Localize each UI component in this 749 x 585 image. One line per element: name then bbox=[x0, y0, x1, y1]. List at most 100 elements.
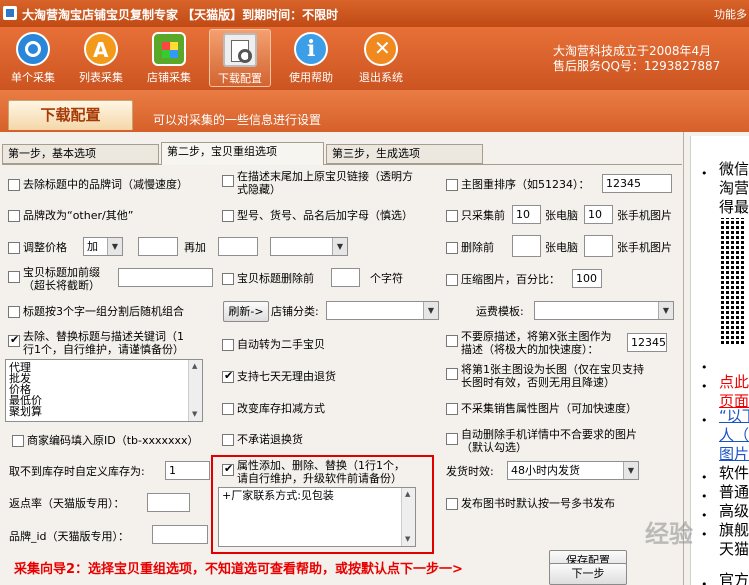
title-prefix-option[interactable]: 宝贝标题加前缀 （超长将截断） bbox=[8, 266, 100, 292]
list-collect-button[interactable]: A 列表采集 bbox=[70, 29, 132, 87]
download-config-button[interactable]: 下载配置 bbox=[209, 29, 271, 87]
reduce-stock-option[interactable]: 改变库存扣减方式 bbox=[222, 402, 325, 415]
merchant-code-option[interactable]: 商家编码填入原ID（tb-xxxxxxx） bbox=[12, 434, 199, 447]
main-image-sort-option[interactable]: 主图重排序（如51234）： bbox=[446, 178, 590, 191]
freight-select[interactable]: ▼ bbox=[534, 301, 674, 320]
chars-label: 个字符 bbox=[370, 272, 403, 285]
title-shuffle-option[interactable]: 标题按3个字一组分割后随机组合 bbox=[8, 305, 184, 318]
checkbox[interactable] bbox=[446, 403, 458, 415]
select-value: 加 bbox=[87, 240, 98, 253]
next-step-button[interactable]: 下一步 bbox=[549, 563, 627, 585]
compress-input[interactable]: 100 bbox=[572, 269, 602, 288]
checkbox[interactable] bbox=[222, 175, 234, 187]
model-suffix-option[interactable]: 型号、货号、品名后加字母（慎选） bbox=[222, 209, 413, 222]
long-image-option[interactable]: 将第1张主图设为长图（仅在宝贝支持 长图时有效，否则无用且降速） bbox=[446, 363, 644, 389]
collect-front-option[interactable]: 只采集前 bbox=[446, 209, 505, 222]
checkbox[interactable] bbox=[446, 335, 458, 347]
checkbox[interactable] bbox=[8, 271, 20, 283]
adjust-unit-select[interactable]: ▼ bbox=[270, 237, 348, 256]
book-one-multi-option[interactable]: 发布图书时默认按一号多书发布 bbox=[446, 497, 615, 510]
adjust-value-input[interactable] bbox=[138, 237, 178, 256]
delete-mobile-input[interactable] bbox=[584, 235, 613, 257]
option-label: 自动删除手机详情中不合要求的图片 （默认勾选） bbox=[461, 428, 637, 454]
checkbox[interactable] bbox=[8, 333, 20, 347]
seven-day-return-option[interactable]: 支持七天无理由退货 bbox=[222, 369, 336, 383]
no-sale-attr-option[interactable]: 不采集销售属性图片（可加快速度） bbox=[446, 402, 637, 415]
single-collect-button[interactable]: 单个采集 bbox=[2, 29, 64, 87]
remove-brand-option[interactable]: 去除标题中的品牌词（减慢速度） bbox=[8, 178, 188, 191]
title-prefix-input[interactable] bbox=[118, 268, 213, 287]
checkbox[interactable] bbox=[446, 210, 458, 222]
ship-select[interactable]: 48小时内发货 ▼ bbox=[507, 461, 639, 480]
checkbox[interactable] bbox=[222, 403, 234, 415]
option-label: 不采集销售属性图片（可加快速度） bbox=[461, 402, 637, 415]
side-link[interactable]: 人（ bbox=[719, 426, 749, 445]
side-line: 淘营 bbox=[719, 179, 749, 197]
checkbox[interactable] bbox=[222, 339, 234, 351]
side-link[interactable]: “以下 bbox=[719, 407, 749, 426]
shop-collect-button[interactable]: 店铺采集 bbox=[138, 29, 200, 87]
help-icon: i bbox=[294, 32, 328, 66]
tab-step2[interactable]: 第二步，宝贝重组选项 bbox=[161, 142, 324, 165]
select-value: 48小时内发货 bbox=[511, 464, 580, 477]
tab-download-config[interactable]: 下载配置 bbox=[8, 100, 133, 130]
scrollbar[interactable] bbox=[188, 360, 202, 421]
label-line: 描述（将极大的加快速度）： bbox=[461, 343, 599, 356]
side-line: 得最 bbox=[719, 198, 749, 216]
checkbox[interactable] bbox=[8, 242, 20, 254]
compress-option[interactable]: 压缩图片，百分比： bbox=[446, 273, 560, 286]
adjust-price-option[interactable]: 调整价格 bbox=[8, 241, 67, 254]
checkbox[interactable] bbox=[446, 498, 458, 510]
side-line: 天猫 bbox=[719, 540, 749, 558]
tab-step3[interactable]: 第三步，生成选项 bbox=[326, 144, 483, 164]
title-prefix-remove-input[interactable] bbox=[331, 268, 360, 287]
help-button[interactable]: i 使用帮助 bbox=[280, 29, 342, 87]
brand-id-input[interactable] bbox=[152, 525, 208, 544]
exit-button[interactable]: ✕ 退出系统 bbox=[350, 29, 412, 87]
refresh-button[interactable]: 刷新-> bbox=[223, 301, 269, 322]
checkbox[interactable] bbox=[12, 435, 24, 447]
delete-pc-input[interactable] bbox=[512, 235, 541, 257]
checkbox[interactable] bbox=[222, 369, 234, 383]
main-image-sort-input[interactable]: 12345 bbox=[602, 174, 672, 193]
checkbox[interactable] bbox=[446, 179, 458, 191]
collect-pc-input[interactable]: 10 bbox=[512, 205, 541, 224]
no-orig-desc-option[interactable]: 不要原描述，将第X张主图作为 描述（将极大的加快速度）： bbox=[446, 330, 612, 356]
label-line: 在描述末尾加上原宝贝链接（透明方 bbox=[237, 170, 413, 183]
checkbox[interactable] bbox=[222, 273, 234, 285]
shop-collect-label: 店铺采集 bbox=[147, 71, 191, 84]
no-return-option[interactable]: 不承诺退换货 bbox=[222, 433, 303, 446]
side-line[interactable]: 点此 bbox=[719, 373, 749, 392]
custom-stock-input[interactable]: 1 bbox=[165, 461, 210, 480]
mobile-detail-option[interactable]: 自动删除手机详情中不合要求的图片 （默认勾选） bbox=[446, 428, 637, 454]
rebate-input[interactable] bbox=[147, 493, 190, 512]
delete-front-option[interactable]: 删除前 bbox=[446, 241, 494, 254]
tab-step1[interactable]: 第一步，基本选项 bbox=[2, 144, 159, 164]
checkbox[interactable] bbox=[446, 433, 458, 445]
function-menu[interactable]: 功能多 bbox=[714, 6, 747, 22]
chevron-down-icon: ▼ bbox=[658, 302, 673, 319]
checkbox[interactable] bbox=[222, 434, 234, 446]
checkbox[interactable] bbox=[8, 306, 20, 318]
exit-icon: ✕ bbox=[364, 32, 398, 66]
second-hand-option[interactable]: 自动转为二手宝贝 bbox=[222, 338, 325, 351]
checkbox[interactable] bbox=[446, 274, 458, 286]
no-orig-desc-input[interactable]: 12345 bbox=[627, 333, 667, 352]
checkbox[interactable] bbox=[446, 242, 458, 254]
checkbox[interactable] bbox=[8, 210, 20, 222]
checkbox[interactable] bbox=[446, 368, 458, 380]
keywords-textarea[interactable]: 代理 批发 价格 最低价 聚划算 bbox=[5, 359, 203, 422]
adjust-op-select[interactable]: 加 ▼ bbox=[83, 237, 123, 256]
replace-keywords-option[interactable]: 去除、替换标题与描述关键词（1行1个，自行维护，请谨慎备份） bbox=[8, 330, 184, 356]
orig-link-option[interactable]: 在描述末尾加上原宝贝链接（透明方 式隐藏） bbox=[222, 170, 413, 196]
checkbox[interactable] bbox=[8, 179, 20, 191]
bullet: • bbox=[701, 167, 708, 180]
brand-change-option[interactable]: 品牌改为“other/其他” bbox=[8, 209, 133, 222]
collect-mobile-input[interactable]: 10 bbox=[584, 205, 613, 224]
add-again-input[interactable] bbox=[218, 237, 258, 256]
option-label: 发布图书时默认按一号多书发布 bbox=[461, 497, 615, 510]
checkbox[interactable] bbox=[222, 210, 234, 222]
shop-category-select[interactable]: ▼ bbox=[326, 301, 439, 320]
side-link[interactable]: 图片 bbox=[719, 445, 749, 464]
title-prefix-remove-option[interactable]: 宝贝标题删除前 bbox=[222, 272, 314, 285]
